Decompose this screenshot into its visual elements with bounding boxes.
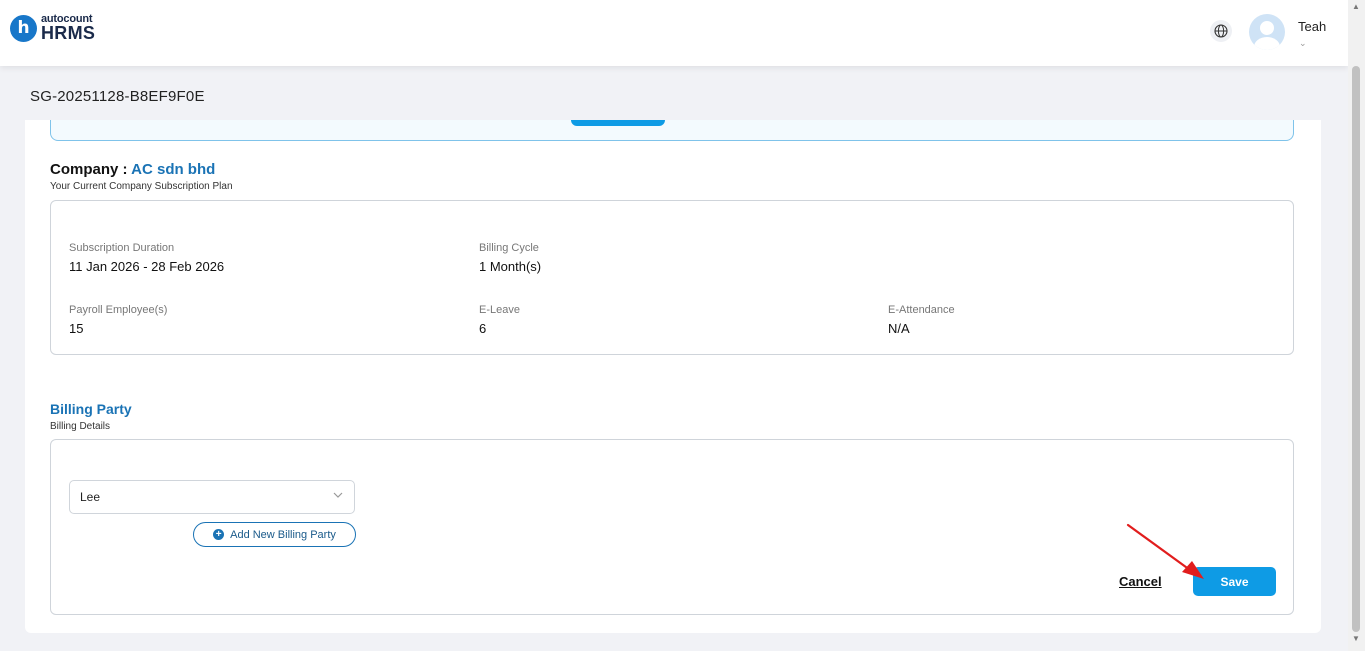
plan-details-box: Subscription Duration 11 Jan 2026 - 28 F… (50, 200, 1294, 355)
add-billing-party-button[interactable]: + Add New Billing Party (193, 522, 356, 547)
billing-party-selected: Lee (80, 490, 101, 504)
e-leave-label: E-Leave (479, 304, 520, 316)
payroll-employee-label: Payroll Employee(s) (69, 304, 168, 316)
top-bar: h autocount HRMS Teah ⌄ (0, 0, 1348, 66)
avatar[interactable] (1249, 14, 1285, 50)
logo-badge-icon: h (10, 14, 37, 42)
billing-details-box: Lee + Add New Billing Party Cancel Save (50, 439, 1294, 615)
top-banner (50, 120, 1294, 141)
company-name: AC sdn bhd (131, 161, 216, 178)
scroll-thumb[interactable] (1352, 66, 1360, 632)
company-subtitle: Your Current Company Subscription Plan (50, 181, 233, 192)
globe-icon[interactable] (1210, 20, 1232, 42)
chevron-down-icon[interactable]: ⌄ (1299, 38, 1307, 49)
plus-circle-icon: + (213, 529, 225, 540)
payroll-employee-value: 15 (69, 321, 84, 336)
page-title: SG-20251128-B8EF9F0E (30, 88, 205, 105)
subscription-duration-label: Subscription Duration (69, 242, 175, 254)
app-logo[interactable]: h autocount HRMS (10, 14, 95, 42)
billing-cycle-label: Billing Cycle (479, 242, 539, 254)
chevron-down-icon (333, 492, 343, 498)
e-leave-value: 6 (479, 321, 487, 336)
billing-details-subtitle: Billing Details (50, 421, 111, 432)
page-scrollbar[interactable]: ▲ ▼ (1348, 0, 1365, 651)
subscription-duration-value: 11 Jan 2026 - 28 Feb 2026 (69, 259, 225, 274)
scroll-down-icon[interactable]: ▼ (1352, 634, 1360, 643)
user-name[interactable]: Teah (1298, 19, 1326, 34)
banner-button[interactable] (571, 120, 665, 126)
logo-big-text: HRMS (41, 23, 96, 43)
annotation-arrow-icon (1126, 523, 1204, 579)
e-attendance-label: E-Attendance (888, 304, 955, 316)
company-label: Company : (50, 161, 128, 178)
e-attendance-value: N/A (888, 321, 910, 336)
scroll-up-icon[interactable]: ▲ (1352, 2, 1360, 11)
add-billing-party-label: Add New Billing Party (230, 528, 336, 541)
billing-party-select[interactable]: Lee (69, 480, 355, 514)
billing-cycle-value: 1 Month(s) (479, 259, 542, 274)
billing-party-heading: Billing Party (50, 401, 132, 417)
company-heading: Company : AC sdn bhd (50, 161, 215, 178)
